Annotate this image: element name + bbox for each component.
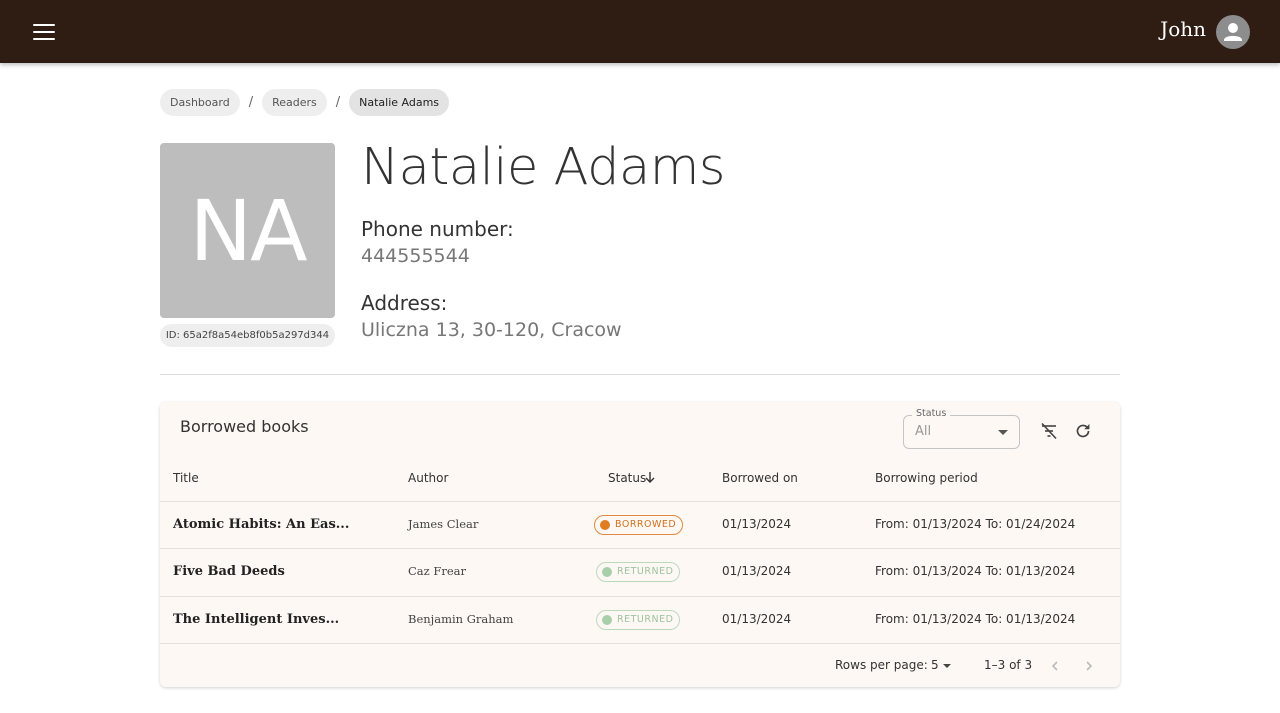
refresh-icon[interactable] — [1070, 418, 1096, 444]
breadcrumb-separator: / — [248, 95, 254, 110]
status-badge-label: RETURNED — [617, 566, 674, 577]
borrowed-on: 01/13/2024 — [722, 517, 792, 531]
book-title: The Intelligent Inves... — [173, 612, 340, 627]
table-pagination: Rows per page: 5 1–3 of 3 — [160, 643, 1120, 687]
app-bar: John — [0, 0, 1280, 63]
breadcrumb-separator: / — [335, 95, 341, 110]
breadcrumb-current: Natalie Adams — [349, 89, 450, 116]
book-title: Five Bad Deeds — [173, 564, 285, 579]
chevron-left-icon[interactable] — [1045, 656, 1065, 676]
table-row[interactable]: Atomic Habits: An Eas... James Clear BOR… — [160, 501, 1120, 548]
reader-name: Natalie Adams — [361, 138, 725, 197]
menu-icon-line — [33, 31, 55, 33]
borrowed-books-card: Borrowed books Status All Title Author S… — [160, 402, 1120, 687]
menu-icon[interactable] — [24, 12, 64, 52]
rows-per-page-select[interactable]: 5 — [931, 658, 939, 672]
status-badge-label: RETURNED — [617, 614, 674, 625]
column-author[interactable]: Author — [408, 471, 448, 485]
table-row[interactable]: The Intelligent Inves... Benjamin Graham… — [160, 596, 1120, 643]
status-dot-icon — [602, 615, 612, 625]
reader-avatar: NA — [160, 143, 335, 318]
book-author: Benjamin Graham — [408, 612, 514, 626]
filter-off-icon[interactable] — [1036, 418, 1062, 444]
pagination-range: 1–3 of 3 — [984, 658, 1033, 672]
status-badge: BORROWED — [594, 515, 684, 535]
table-row[interactable]: Five Bad Deeds Caz Frear RETURNED 01/13/… — [160, 548, 1120, 595]
status-badge: RETURNED — [596, 610, 681, 630]
borrowing-period: From: 01/13/2024 To: 01/13/2024 — [875, 612, 1076, 626]
column-borrowing-period[interactable]: Borrowing period — [875, 471, 978, 485]
status-dot-icon — [600, 520, 610, 530]
chevron-right-icon[interactable] — [1079, 656, 1099, 676]
status-filter-label: Status — [912, 408, 951, 419]
borrowing-period: From: 01/13/2024 To: 01/24/2024 — [875, 517, 1076, 531]
arrow-down-icon[interactable] — [641, 468, 659, 486]
chevron-down-icon[interactable] — [943, 664, 951, 668]
rows-per-page-label: Rows per page: — [835, 658, 928, 672]
column-title[interactable]: Title — [173, 471, 199, 485]
phone-label: Phone number: — [361, 217, 514, 241]
status-filter-select[interactable]: Status All — [903, 408, 1020, 449]
breadcrumb: Dashboard / Readers / Natalie Adams — [160, 89, 450, 116]
status-badge-label: BORROWED — [615, 519, 677, 530]
borrowed-books-title: Borrowed books — [180, 417, 309, 436]
phone-value: 444555544 — [361, 245, 470, 267]
chevron-down-icon — [998, 430, 1008, 435]
user-name[interactable]: John — [1160, 17, 1206, 41]
divider — [160, 374, 1120, 375]
breadcrumb-dashboard[interactable]: Dashboard — [160, 89, 240, 116]
status-filter-value: All — [915, 424, 932, 439]
breadcrumb-readers[interactable]: Readers — [262, 89, 327, 116]
address-label: Address: — [361, 291, 448, 315]
book-title: Atomic Habits: An Eas... — [173, 517, 350, 532]
column-borrowed-on[interactable]: Borrowed on — [722, 471, 798, 485]
borrowed-on: 01/13/2024 — [722, 612, 792, 626]
book-author: Caz Frear — [408, 564, 467, 578]
account-icon[interactable] — [1216, 15, 1250, 49]
status-dot-icon — [602, 567, 612, 577]
address-value: Uliczna 13, 30-120, Cracow — [361, 319, 622, 341]
status-badge: RETURNED — [596, 562, 681, 582]
borrowing-period: From: 01/13/2024 To: 01/13/2024 — [875, 564, 1076, 578]
menu-icon-line — [33, 24, 55, 26]
menu-icon-line — [33, 38, 55, 40]
borrowed-on: 01/13/2024 — [722, 564, 792, 578]
reader-id-chip: ID: 65a2f8a54eb8f0b5a297d344 — [160, 324, 335, 347]
book-author: James Clear — [408, 517, 479, 531]
